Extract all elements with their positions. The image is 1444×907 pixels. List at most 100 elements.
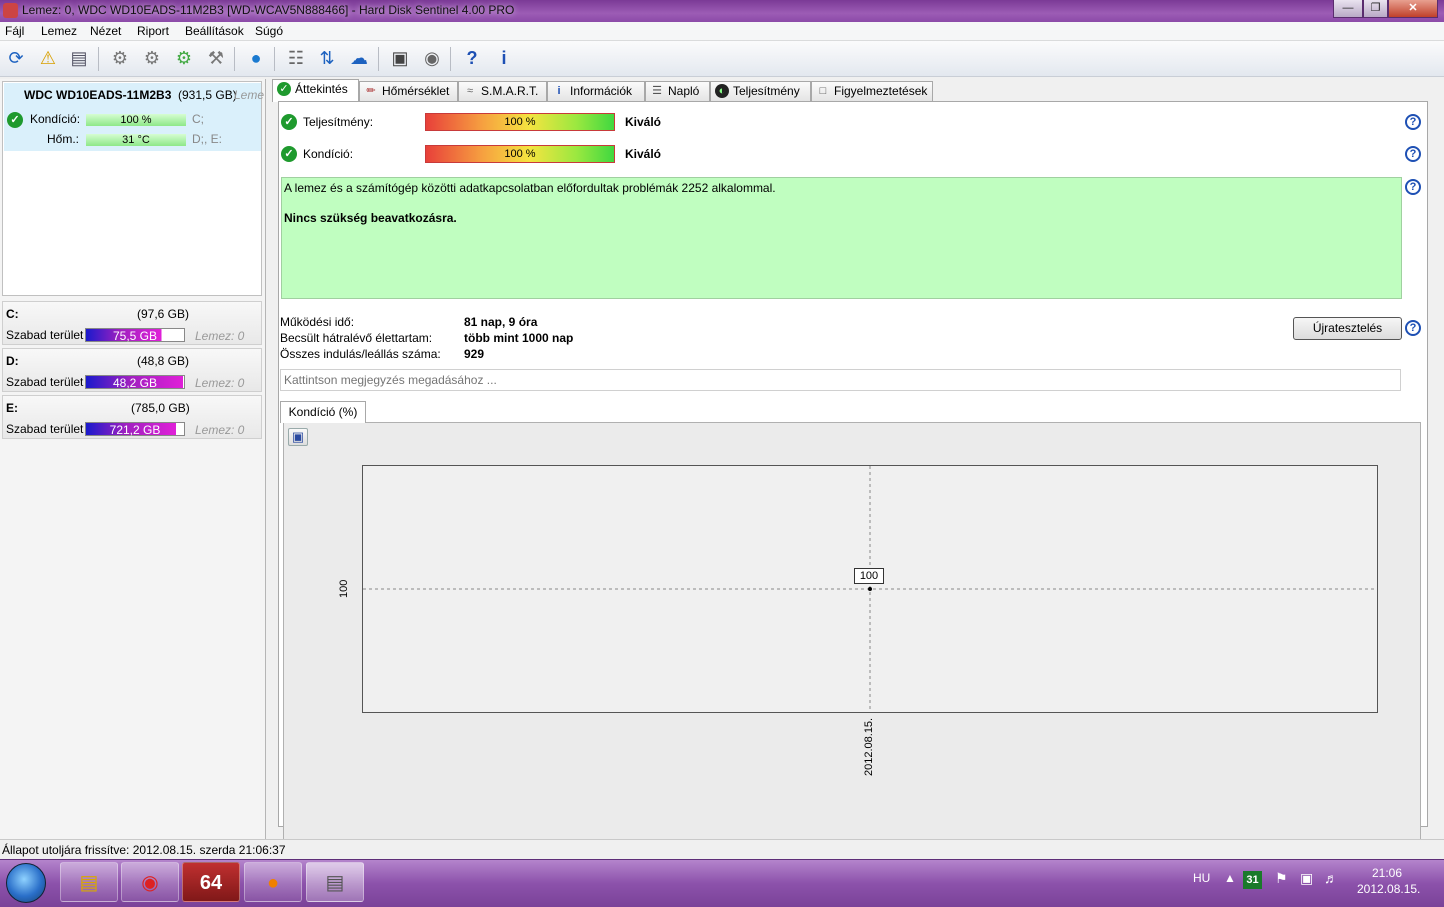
uptime-label: Működési idő:: [280, 315, 355, 329]
sync-icon[interactable]: ⇅: [314, 45, 340, 71]
tab-temperature[interactable]: ✏ Hőmérséklet: [359, 81, 458, 101]
note-input[interactable]: [280, 369, 1401, 391]
start-button[interactable]: [6, 863, 46, 903]
status-message-box: A lemez és a számítógép közötti adatkapc…: [281, 177, 1402, 299]
tab-alerts[interactable]: □ Figyelmeztetések: [811, 81, 933, 101]
drive-disk-ref: Lemez: 0: [195, 376, 245, 390]
log-icon: ☰: [652, 85, 662, 97]
tab-performance[interactable]: ◐ Teljesítmény: [710, 81, 811, 101]
drive-entry-d[interactable]: D: (48,8 GB) Szabad terület 48,2 GB Leme…: [2, 348, 262, 392]
tab-overview[interactable]: ✓ Áttekintés: [272, 79, 359, 102]
chart-tab-health[interactable]: Kondíció (%): [280, 401, 366, 423]
sound-icon[interactable]: ◉: [419, 45, 445, 71]
data-label: 100: [854, 568, 884, 584]
health-drive: C;: [192, 112, 204, 126]
y-tick-label: 100: [338, 579, 350, 598]
tab-label: Teljesítmény: [733, 84, 800, 98]
drive-letter: C:: [6, 307, 19, 321]
network-tray-icon[interactable]: ▣: [1300, 870, 1313, 887]
startstop-label: Összes indulás/leállás száma:: [280, 347, 441, 361]
free-space-bar: 48,2 GB: [85, 375, 185, 390]
data-point: [868, 587, 872, 591]
tray-expand-icon[interactable]: ▲: [1224, 871, 1236, 885]
disk-test-icon[interactable]: ⚙: [139, 45, 165, 71]
toolbar-separator: [378, 47, 379, 71]
report-icon[interactable]: ☷: [283, 45, 309, 71]
startstop-value: 929: [464, 347, 485, 361]
performance-ok-icon: ✓: [281, 114, 297, 130]
uptime-value: 81 nap, 9 óra: [464, 315, 538, 329]
tab-information[interactable]: i Információk: [547, 81, 645, 101]
disk-settings-icon[interactable]: ⚙: [107, 45, 133, 71]
menu-settings[interactable]: Beállítások: [185, 24, 244, 38]
clock-time[interactable]: 21:06: [1372, 866, 1402, 880]
window-title: Lemez: 0, WDC WD10EADS-11M2B3 [WD-WCAV5N…: [22, 3, 515, 17]
refresh-icon[interactable]: ⟳: [3, 45, 29, 71]
free-space-bar: 75,5 GB: [85, 328, 185, 343]
warning-icon[interactable]: ⚠: [35, 45, 61, 71]
disk-repair-icon[interactable]: ⚒: [203, 45, 229, 71]
temp-label: Hőm.:: [47, 132, 80, 146]
drive-letter: D:: [6, 354, 19, 368]
info-icon[interactable]: i: [491, 45, 517, 71]
main-area: ✓ Áttekintés ✏ Hőmérséklet ≈ S.M.A.R.T. i In…: [268, 79, 1444, 842]
performance-rating: Kiváló: [625, 115, 662, 129]
menu-help[interactable]: Súgó: [255, 24, 283, 38]
disk-size: (931,5 GB): [178, 88, 237, 102]
help-icon[interactable]: ?: [1405, 146, 1421, 162]
tab-smart[interactable]: ≈ S.M.A.R.T.: [458, 81, 547, 101]
toolbar-separator: [274, 47, 275, 71]
x-tick-label: 2012.08.15.: [863, 717, 875, 776]
tab-log[interactable]: ☰ Napló: [645, 81, 710, 101]
menu-report[interactable]: Riport: [137, 24, 169, 38]
drive-letter: E:: [6, 401, 18, 415]
help-icon[interactable]: ?: [1405, 114, 1421, 130]
network-icon[interactable]: ☁: [346, 45, 372, 71]
drive-size: (785,0 GB): [131, 401, 190, 415]
title-bar: Lemez: 0, WDC WD10EADS-11M2B3 [WD-WCAV5N…: [0, 0, 1444, 22]
help-icon[interactable]: ?: [459, 45, 485, 71]
menu-view[interactable]: Nézet: [90, 24, 121, 38]
maximize-button[interactable]: ❐: [1363, 0, 1388, 18]
performance-bar: 100 %: [425, 113, 615, 131]
save-chart-icon[interactable]: ▣: [288, 428, 308, 446]
toolbar-separator: [234, 47, 235, 71]
tab-label: Figyelmeztetések: [834, 84, 928, 98]
recommendation: Nincs szükség beavatkozásra.: [284, 211, 457, 225]
explorer-taskbar-icon[interactable]: ▤: [60, 862, 118, 902]
action-center-icon[interactable]: ⚑: [1275, 870, 1288, 887]
help-icon[interactable]: ?: [1405, 320, 1421, 336]
media-taskbar-icon[interactable]: ●: [244, 862, 302, 902]
aida64-taskbar-icon[interactable]: 64: [182, 862, 240, 902]
chrome-taskbar-icon[interactable]: ◉: [121, 862, 179, 902]
menu-disk[interactable]: Lemez: [41, 24, 77, 38]
drive-entry-c[interactable]: C: (97,6 GB) Szabad terület 75,5 GB Leme…: [2, 301, 262, 345]
health-label: Kondíció:: [303, 147, 354, 161]
health-rating: Kiváló: [625, 147, 662, 161]
retest-button[interactable]: Újratesztelés: [1293, 317, 1402, 340]
calendar-tray-icon[interactable]: 31: [1243, 871, 1262, 889]
disk-check-icon[interactable]: ⚙: [171, 45, 197, 71]
free-space-label: Szabad terület: [6, 328, 84, 342]
disk-entry[interactable]: WDC WD10EADS-11M2B3 (931,5 GB) Leme ✓ Ko…: [2, 81, 264, 296]
volume-icon[interactable]: ♬: [1324, 870, 1338, 886]
lifetime-label: Becsült hátralévő élettartam:: [280, 331, 433, 345]
drive-entry-e[interactable]: E: (785,0 GB) Szabad terület 721,2 GB Le…: [2, 395, 262, 439]
alerts-icon: □: [819, 85, 827, 97]
hdsentinel-taskbar-icon[interactable]: ▤: [306, 862, 364, 902]
minimize-button[interactable]: —: [1333, 0, 1363, 18]
tab-label: Hőmérséklet: [382, 84, 450, 98]
language-indicator[interactable]: HU: [1193, 871, 1210, 885]
disk-entry-header[interactable]: WDC WD10EADS-11M2B3 (931,5 GB) Leme ✓ Ko…: [4, 83, 264, 151]
app-icon: [3, 3, 18, 18]
drive-size: (48,8 GB): [137, 354, 190, 368]
disk-icon[interactable]: ▤: [66, 45, 92, 71]
toolbar-separator: [450, 47, 451, 71]
close-button[interactable]: ✕: [1388, 0, 1438, 18]
disk-list-panel: WDC WD10EADS-11M2B3 (931,5 GB) Leme ✓ Ko…: [0, 79, 266, 839]
clock-date[interactable]: 2012.08.15.: [1357, 882, 1420, 896]
globe-icon[interactable]: ●: [243, 45, 269, 71]
menu-file[interactable]: Fájl: [5, 24, 24, 38]
help-icon[interactable]: ?: [1405, 179, 1421, 195]
monitor-icon[interactable]: ▣: [387, 45, 413, 71]
